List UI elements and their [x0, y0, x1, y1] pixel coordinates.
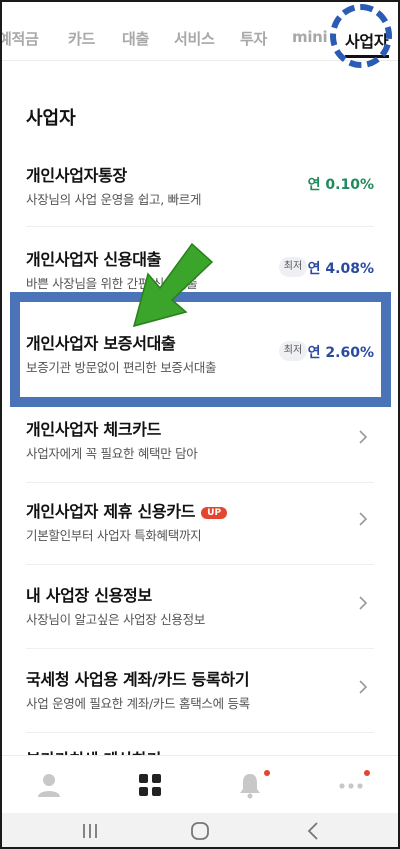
divider [26, 564, 374, 565]
back-icon[interactable] [304, 821, 322, 841]
divider [26, 482, 374, 483]
tab-card[interactable]: 카드 [68, 28, 95, 49]
chevron-right-icon [359, 596, 368, 610]
divider [26, 732, 374, 733]
tab-savings[interactable]: 예적금 [0, 28, 39, 49]
annotation-circle [330, 4, 392, 68]
lowest-badge: 최저 [279, 257, 307, 277]
notification-dot [264, 770, 270, 776]
item-title: 개인사업자통장 [26, 166, 127, 185]
item-title: 개인사업자 보증서대출 [26, 334, 176, 353]
system-nav-bar [0, 813, 400, 849]
tab-loan[interactable]: 대출 [122, 28, 149, 49]
home-icon[interactable] [189, 821, 211, 841]
tab-invest[interactable]: 투자 [240, 28, 267, 49]
person-icon[interactable] [34, 770, 64, 800]
bottom-nav [0, 755, 400, 814]
item-subtitle: 사업 운영에 필요한 계좌/카드 홈택스에 등록 [26, 696, 250, 711]
chevron-right-icon [359, 430, 368, 444]
top-tab-bar: 예적금 카드 대출 서비스 투자 mini 사업자 [0, 0, 400, 68]
more-icon[interactable] [336, 770, 366, 800]
list-item-check-card[interactable]: 개인사업자 체크카드 사업자에게 꼭 필요한 혜택만 담아 [0, 416, 400, 496]
list-item-credit-card[interactable]: 개인사업자 제휴 신용카드 UP 기본할인부터 사업자 특화혜택까지 [0, 498, 400, 578]
item-subtitle: 사업자에게 꼭 필요한 혜택만 담아 [26, 446, 198, 461]
divider [26, 648, 374, 649]
item-title: 국세청 사업용 계좌/카드 등록하기 [26, 670, 250, 689]
item-subtitle: 보증기관 방문없이 편리한 보증서대출 [26, 360, 217, 375]
lowest-badge: 최저 [279, 341, 307, 361]
divider [26, 226, 374, 227]
chevron-right-icon [359, 512, 368, 526]
list-item-hometax-register[interactable]: 국세청 사업용 계좌/카드 등록하기 사업 운영에 필요한 계좌/카드 홈택스에… [0, 666, 400, 746]
item-subtitle: 사장님이 알고싶은 사업장 신용정보 [26, 612, 206, 627]
item-title: 개인사업자 제휴 신용카드 UP [26, 498, 228, 522]
list-item-business-account[interactable]: 개인사업자통장 사장님의 사업 운영을 쉽고, 빠르게 연 0.10% [0, 162, 400, 242]
list-item-credit-info[interactable]: 내 사업장 신용정보 사장님이 알고싶은 사업장 신용정보 [0, 582, 400, 662]
item-rate: 연 4.08% [307, 261, 374, 277]
item-subtitle: 사장님의 사업 운영을 쉽고, 빠르게 [26, 192, 202, 207]
grid-icon[interactable] [135, 770, 165, 800]
recent-apps-icon[interactable] [80, 822, 100, 840]
section-title: 사업자 [26, 108, 76, 129]
up-badge: UP [201, 507, 228, 519]
list-item-guarantee-loan[interactable]: 개인사업자 보증서대출 보증기관 방문없이 편리한 보증서대출 최저 연 2.6… [0, 330, 400, 410]
tab-service[interactable]: 서비스 [174, 28, 215, 49]
notification-dot [364, 770, 370, 776]
item-subtitle: 기본할인부터 사업자 특화혜택까지 [26, 528, 202, 543]
chevron-right-icon [359, 680, 368, 694]
annotation-arrow-icon [132, 242, 214, 328]
tab-mini[interactable]: mini [292, 28, 328, 46]
item-rate: 연 0.10% [307, 177, 374, 193]
item-rate: 연 2.60% [307, 345, 374, 361]
item-title: 개인사업자 체크카드 [26, 420, 162, 439]
item-title: 내 사업장 신용정보 [26, 586, 152, 605]
bell-icon[interactable] [235, 770, 265, 800]
